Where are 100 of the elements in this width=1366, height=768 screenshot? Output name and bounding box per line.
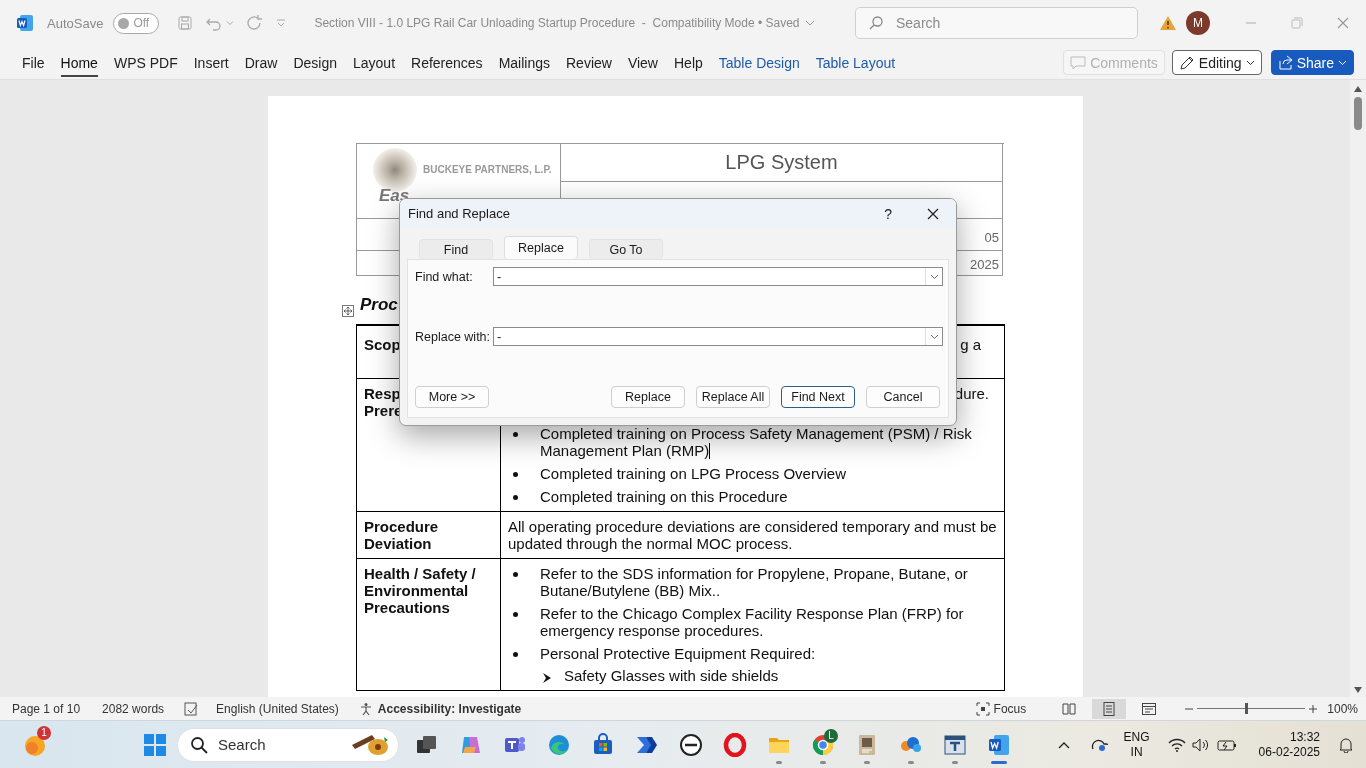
bullet-icon xyxy=(513,432,518,437)
language-label[interactable]: English (United States) xyxy=(216,701,339,716)
share-button[interactable]: Share xyxy=(1270,50,1354,75)
window-app-icon[interactable] xyxy=(943,732,967,757)
system-title: LPG System xyxy=(725,151,838,173)
ribbon-tab[interactable]: View xyxy=(627,48,658,77)
circle-logo-icon[interactable] xyxy=(679,732,703,757)
ribbon-tab[interactable]: Table Layout xyxy=(815,48,896,77)
pencil-icon xyxy=(1178,54,1195,71)
header-value: 05 xyxy=(984,230,999,245)
cell-text: g a xyxy=(960,336,981,353)
ribbon-tab[interactable]: Draw xyxy=(244,48,278,77)
clock[interactable]: 13:32 06-02-2025 xyxy=(1258,729,1320,760)
input-language[interactable]: ENG IN xyxy=(1123,729,1150,760)
dialog-button[interactable]: Replace xyxy=(611,386,685,408)
field-label: Find what: xyxy=(415,269,474,284)
search-icon xyxy=(190,735,208,754)
taskbar-search-field[interactable]: Search xyxy=(177,727,399,762)
ribbon-tab[interactable]: Home xyxy=(60,48,98,77)
dialog-tab[interactable]: Replace xyxy=(504,236,578,259)
proofing-icon[interactable] xyxy=(184,701,200,716)
ribbon-tab[interactable]: Layout xyxy=(353,48,396,77)
wifi-icon[interactable] xyxy=(1167,737,1186,752)
bullet-text: Completed training on this Procedure xyxy=(540,488,788,505)
dialog-title: Find and Replace xyxy=(408,206,510,221)
page-count: Page 1 of 10 xyxy=(12,701,81,716)
section-heading: Proc xyxy=(360,294,398,316)
ribbon-tab[interactable]: Help xyxy=(674,48,703,77)
bullet-text: Personal Protective Equipment Required: xyxy=(540,645,816,662)
zoom-level[interactable]: 100% xyxy=(1327,701,1358,716)
zoom-in-icon[interactable] xyxy=(1308,703,1319,714)
table-move-handle-icon[interactable] xyxy=(342,305,354,317)
accessibility-label[interactable]: Accessibility: Investigate xyxy=(377,701,522,716)
notification-icon[interactable] xyxy=(1338,736,1354,753)
editing-button[interactable]: Editing xyxy=(1171,50,1262,75)
ribbon-tab[interactable]: References xyxy=(411,48,483,77)
caret-icon xyxy=(1338,59,1347,66)
row-label: Health / Safety / Environmental Precautions xyxy=(364,565,476,616)
ribbon-tab[interactable]: Design xyxy=(293,48,337,77)
dropdown-icon[interactable] xyxy=(929,333,939,340)
accessibility-icon[interactable] xyxy=(358,701,373,716)
more-button[interactable]: More >> xyxy=(415,386,489,408)
arrow-bullet-icon xyxy=(542,672,552,684)
row-label: Procedure Deviation xyxy=(364,518,439,552)
bullet-icon xyxy=(513,472,518,477)
focus-icon[interactable] xyxy=(975,701,990,716)
edge-icon[interactable] xyxy=(547,732,571,757)
word-count: 2082 words xyxy=(102,701,165,716)
chevron-up-icon[interactable] xyxy=(1057,740,1070,749)
volume-icon[interactable] xyxy=(1191,737,1210,752)
company-name: BUCKEYE PARTNERS, L.P. xyxy=(423,164,552,176)
field-label: Replace with: xyxy=(415,329,492,344)
bullet-icon xyxy=(513,495,518,500)
share-icon xyxy=(1277,55,1293,70)
read-view-icon xyxy=(1061,700,1078,717)
bullet-icon xyxy=(513,612,518,617)
ring-logo-icon[interactable] xyxy=(723,732,747,757)
dialog-button[interactable]: Cancel xyxy=(866,386,940,408)
ribbon-tab[interactable]: File xyxy=(22,48,45,77)
ribbon-tab[interactable]: Mailings xyxy=(498,48,550,77)
ribbon-tab[interactable]: Insert xyxy=(193,48,229,77)
scroll-down-icon[interactable] xyxy=(1354,687,1362,693)
profile-badge: L xyxy=(824,728,838,743)
ribbon-tab[interactable]: Review xyxy=(566,48,612,77)
combo-field[interactable]: - xyxy=(493,267,943,286)
web-view-icon xyxy=(1141,700,1158,717)
close-icon[interactable] xyxy=(927,207,939,220)
bullet-text: Refer to the SDS information for Propylene, Propane, Butane, or Butane/Butylene (BB) Mix.. xyxy=(540,565,968,599)
zoom-slider-thumb[interactable] xyxy=(1244,703,1248,714)
combo-field[interactable]: - xyxy=(493,327,943,346)
comment-icon xyxy=(1070,55,1087,70)
weather-widget[interactable]: 1 xyxy=(13,722,57,767)
store-icon[interactable] xyxy=(591,732,615,757)
help-button[interactable]: ? xyxy=(884,205,892,222)
bullet-icon xyxy=(513,652,518,657)
dialog-button[interactable]: Replace All xyxy=(696,386,770,408)
user-avatar[interactable]: M xyxy=(1186,11,1210,35)
document-title: Section VIII - 1.0 LPG Rail Car Unloading Startup Procedure - Compatibility Mode • Saved xyxy=(314,16,800,30)
scrollbar-thumb[interactable] xyxy=(1354,97,1362,130)
word-logo-icon[interactable] xyxy=(987,732,1011,757)
view-button[interactable] xyxy=(1092,698,1127,719)
bullet-text: Safety Glasses with side shields xyxy=(564,667,779,684)
row-label: Scop xyxy=(364,336,401,353)
caret-icon xyxy=(805,20,816,26)
dropdown-icon[interactable] xyxy=(929,273,939,280)
battery-icon[interactable] xyxy=(1216,737,1237,752)
word-logo-icon xyxy=(16,14,34,32)
windows-start-icon[interactable] xyxy=(144,733,166,756)
search-icon xyxy=(868,15,884,31)
cell-text: All operating procedure deviations are considered temporary and must be updated through the normal MOC process. xyxy=(508,518,997,552)
ribbon-tab[interactable]: Table Design xyxy=(718,48,800,77)
dialog-tab[interactable]: Find xyxy=(419,239,493,259)
focus-button[interactable]: Focus xyxy=(993,701,1027,716)
scroll-up-icon[interactable] xyxy=(1354,86,1362,92)
dialog-tab[interactable]: Go To xyxy=(589,239,663,259)
autosave-label: AutoSave xyxy=(47,15,104,31)
dialog-button[interactable]: Find Next xyxy=(781,386,855,408)
ribbon-tab[interactable]: WPS PDF xyxy=(113,48,178,77)
bullet-icon xyxy=(513,572,518,577)
warning-icon[interactable] xyxy=(1159,15,1177,31)
